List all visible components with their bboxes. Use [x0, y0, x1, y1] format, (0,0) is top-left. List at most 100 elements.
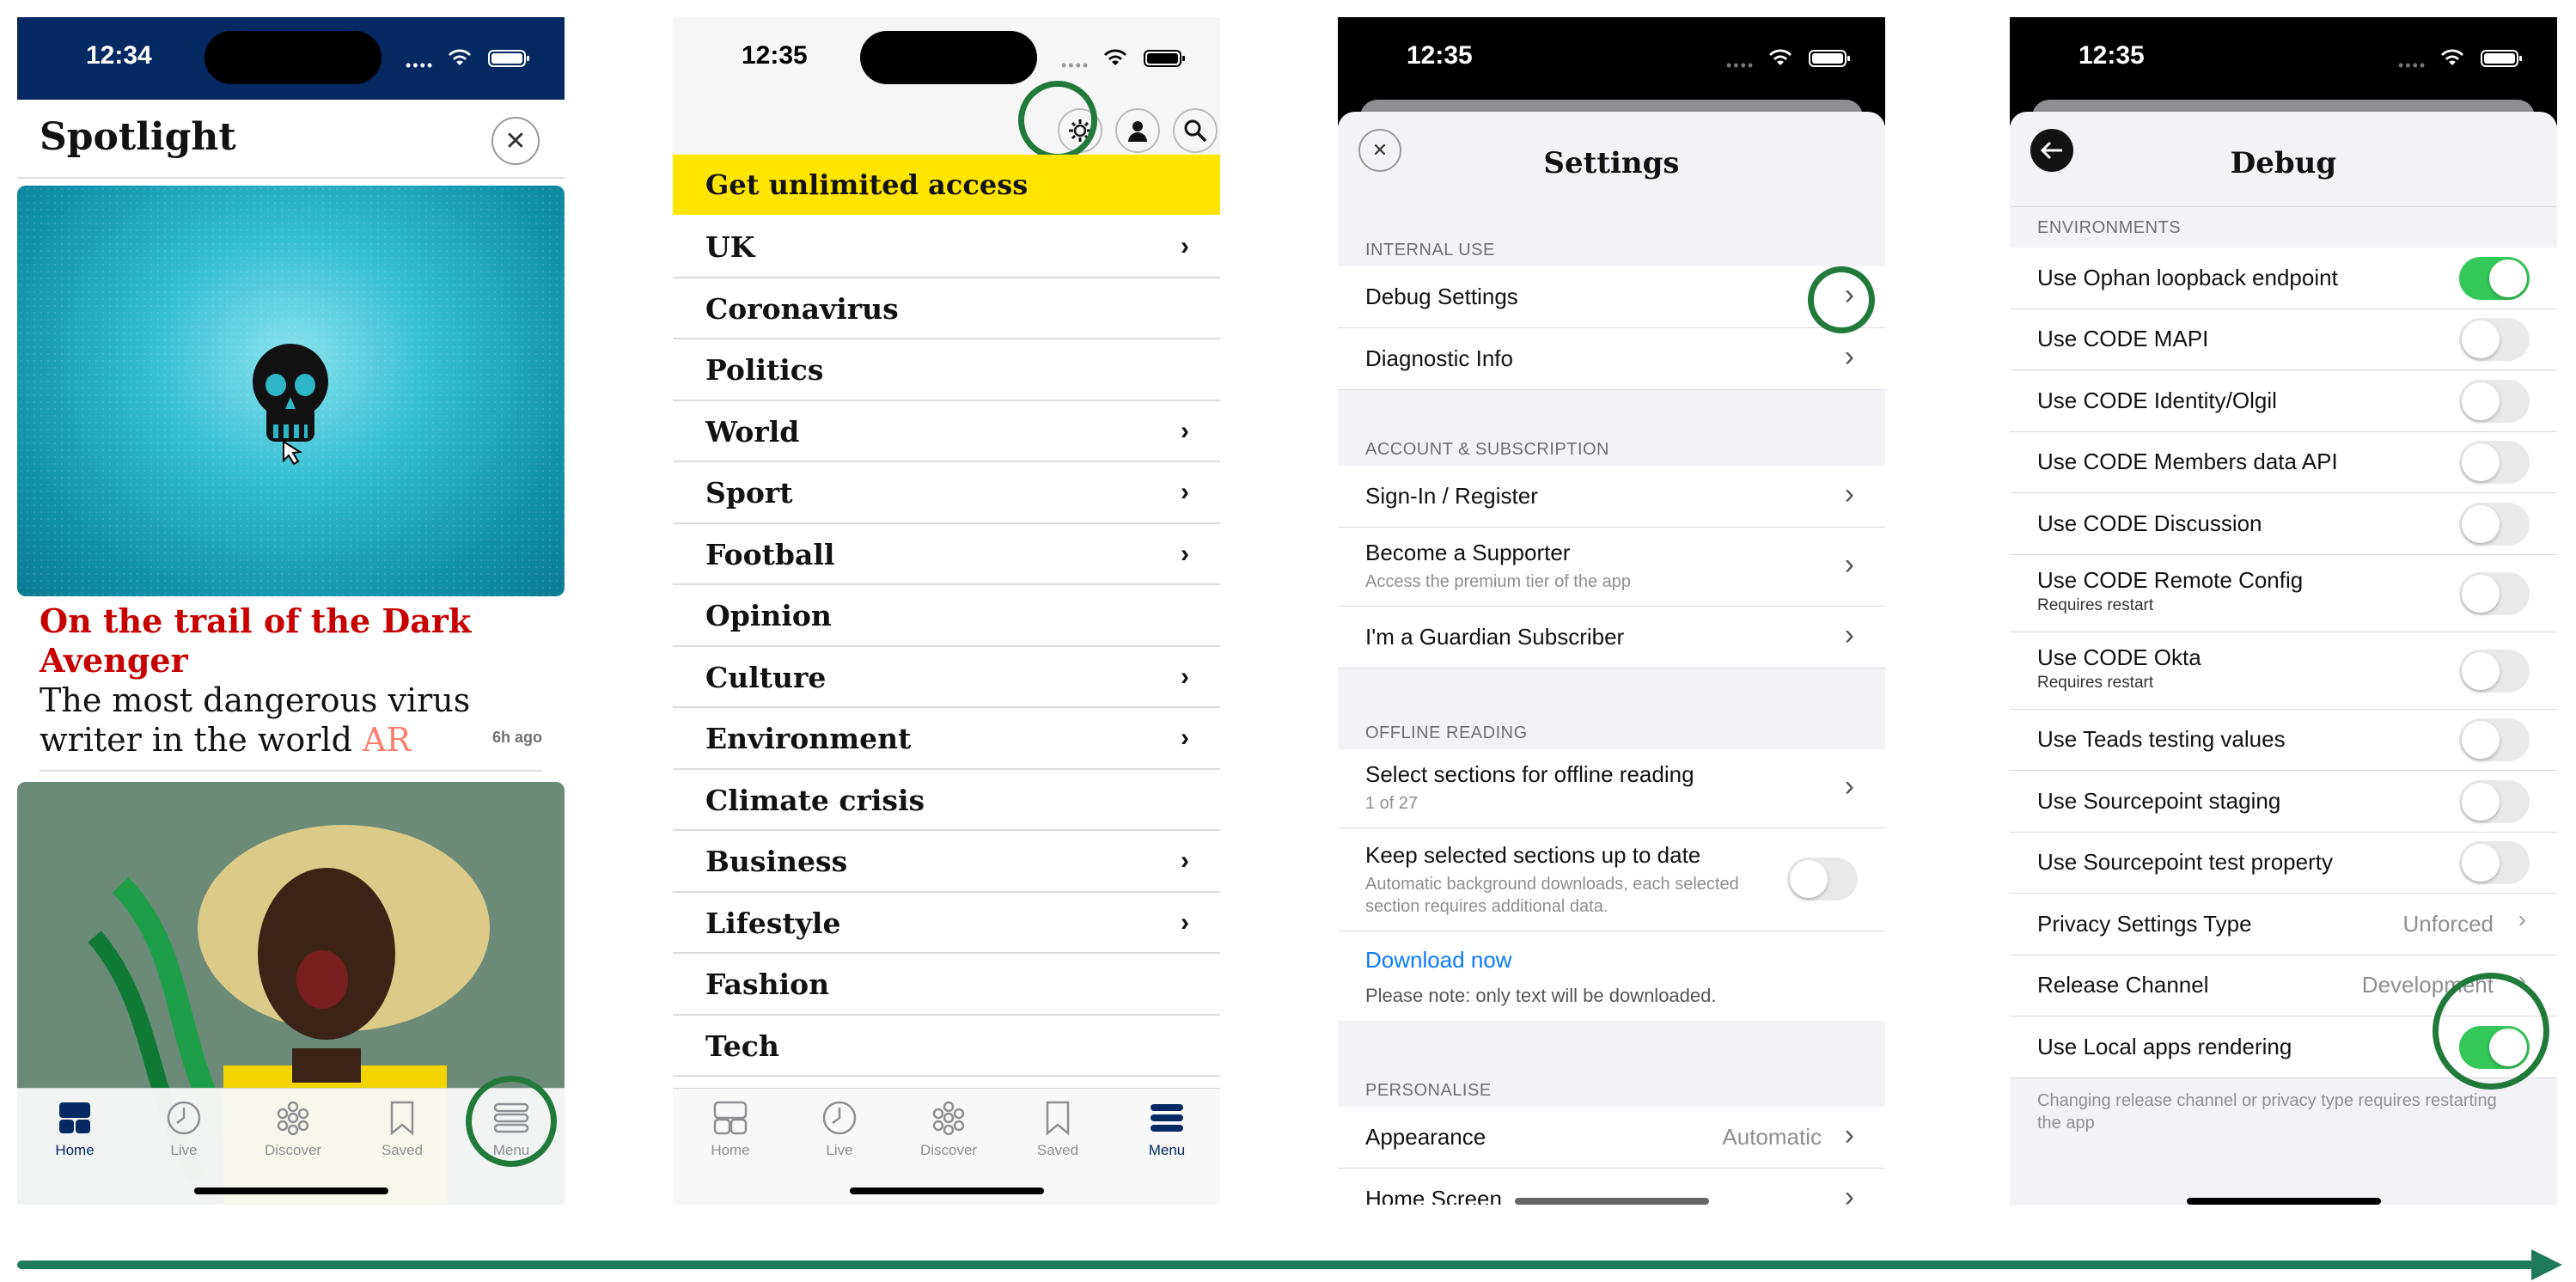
- nav-row[interactable]: Environment ›: [673, 708, 1220, 770]
- subscriber-row[interactable]: I'm a Guardian Subscriber ›: [1338, 607, 1885, 668]
- highlight-ring: [2433, 973, 2549, 1090]
- row-label: Use CODE MAPI: [2037, 326, 2209, 352]
- debug-row[interactable]: Privacy Settings Type Unforced ›: [2010, 894, 2557, 955]
- row-label: Use CODE Discussion: [2037, 510, 2262, 536]
- tab-discover[interactable]: Discover: [246, 1099, 340, 1159]
- download-now-link[interactable]: Download now: [1365, 947, 1512, 974]
- debug-row: Use CODE Members data API: [2010, 432, 2557, 493]
- tab-live[interactable]: Live: [792, 1099, 887, 1159]
- tab-home[interactable]: Home: [683, 1099, 778, 1159]
- diagnostic-info-row[interactable]: Diagnostic Info ›: [1338, 328, 1885, 390]
- dynamic-island: [860, 31, 1037, 84]
- nav-row[interactable]: Opinion: [673, 585, 1220, 647]
- highlight-ring: [466, 1076, 557, 1167]
- nav-row[interactable]: Fashion: [673, 954, 1220, 1016]
- nav-row[interactable]: Tech: [673, 1016, 1220, 1077]
- flow-arrow-head-icon: [2531, 1249, 2562, 1280]
- appearance-row[interactable]: Appearance Automatic ›: [1338, 1107, 1885, 1169]
- tab-saved[interactable]: Saved: [355, 1099, 449, 1159]
- offline-group: Select sections for offline reading 1 of…: [1338, 749, 1885, 1021]
- row-label: Release Channel: [2037, 972, 2209, 998]
- signal-icon: ••••: [2398, 57, 2427, 74]
- subscribe-banner[interactable]: Get unlimited access: [673, 155, 1220, 215]
- chevron-right-icon: ›: [1181, 907, 1189, 937]
- toggle-switch[interactable]: [2459, 718, 2530, 762]
- signal-icon: ••••: [406, 57, 435, 74]
- chevron-right-icon: ›: [1181, 662, 1189, 691]
- nav-label: Business: [705, 845, 848, 878]
- nav-row[interactable]: World ›: [673, 401, 1220, 462]
- become-supporter-row[interactable]: Become a Supporter Access the premium ti…: [1338, 528, 1885, 607]
- nav-row[interactable]: Climate crisis: [673, 770, 1220, 831]
- highlight-ring: [1018, 81, 1097, 160]
- row-value: Automatic: [1722, 1124, 1822, 1150]
- status-time: 12:35: [2079, 41, 2145, 70]
- toggle-switch[interactable]: [2459, 649, 2530, 693]
- nav-row[interactable]: Sport ›: [673, 462, 1220, 524]
- settings-sheet: ✕ Settings INTERNAL USE Debug Settings ›…: [1338, 112, 1885, 1205]
- banner-label: Get unlimited access: [705, 168, 1029, 201]
- tab-discover[interactable]: Discover: [901, 1099, 996, 1159]
- account-group: Sign-In / Register › Become a Supporter …: [1338, 466, 1885, 668]
- nav-row[interactable]: Culture ›: [673, 647, 1220, 708]
- toggle-switch[interactable]: [2459, 379, 2530, 423]
- personalise-group: Appearance Automatic › Home Screen ›: [1338, 1107, 1885, 1205]
- status-bar: 12:34 ••••: [17, 17, 565, 100]
- download-note: Please note: only text will be downloade…: [1365, 985, 1717, 1006]
- status-bar: 12:35 ••••: [673, 17, 1220, 100]
- nav-label: UK: [705, 230, 755, 264]
- tab-saved[interactable]: Saved: [1010, 1099, 1105, 1159]
- nav-row[interactable]: UK ›: [673, 217, 1220, 278]
- nav-row[interactable]: Football ›: [673, 524, 1220, 585]
- person-icon: [1128, 121, 1147, 142]
- divider: [40, 770, 542, 772]
- toggle-switch[interactable]: [2459, 256, 2530, 300]
- keep-updated-row: Keep selected sections up to date Automa…: [1338, 828, 1885, 931]
- account-button[interactable]: [1115, 108, 1160, 153]
- highlight-ring: [1808, 266, 1875, 333]
- debug-row: Use CODE Okta Requires restart: [2010, 632, 2557, 710]
- row-sublabel: 1 of 27: [1365, 794, 1419, 813]
- debug-screen: 12:35 •••• Debug ENVIRONMENTS Use Ophan …: [2010, 17, 2557, 1205]
- toggle-switch[interactable]: [2459, 318, 2530, 362]
- chevron-right-icon: ›: [2518, 905, 2526, 932]
- clock-icon: [165, 1099, 203, 1137]
- tab-live[interactable]: Live: [137, 1099, 231, 1159]
- toggle-switch[interactable]: [2459, 441, 2530, 485]
- wifi-icon: [1769, 49, 1792, 65]
- close-button[interactable]: ✕: [491, 117, 540, 165]
- keep-updated-toggle[interactable]: [1787, 858, 1858, 900]
- nav-row[interactable]: Lifestyle ›: [673, 893, 1220, 954]
- chevron-right-icon: ›: [1844, 478, 1854, 510]
- discover-icon: [930, 1099, 968, 1137]
- toggle-switch[interactable]: [2459, 502, 2530, 546]
- headline-kicker: On the trail of the Dark Avenger: [40, 601, 472, 680]
- toggle-switch[interactable]: [2459, 571, 2530, 615]
- chevron-right-icon: ›: [1181, 723, 1189, 752]
- nav-row[interactable]: Business ›: [673, 831, 1220, 893]
- toggle-switch[interactable]: [2459, 779, 2530, 823]
- debug-settings-row[interactable]: Debug Settings ›: [1338, 266, 1885, 328]
- sign-in-row[interactable]: Sign-In / Register ›: [1338, 466, 1885, 528]
- nav-row[interactable]: Coronavirus: [673, 278, 1220, 339]
- battery-icon: [2481, 50, 2522, 67]
- section-header: OFFLINE READING: [1365, 723, 1528, 742]
- tab-home[interactable]: Home: [27, 1099, 122, 1159]
- clock-icon: [821, 1099, 858, 1137]
- select-sections-row[interactable]: Select sections for offline reading 1 of…: [1338, 749, 1885, 828]
- status-time: 12:35: [742, 41, 808, 70]
- article-hero-image[interactable]: [17, 186, 565, 596]
- search-button[interactable]: [1173, 108, 1218, 153]
- nav-row[interactable]: Politics: [673, 339, 1220, 401]
- bookmark-icon: [1039, 1099, 1077, 1137]
- row-label: Keep selected sections up to date: [1365, 842, 1701, 868]
- page-title: Settings: [1543, 146, 1680, 180]
- toggle-switch[interactable]: [2459, 841, 2530, 885]
- menu-screen: 12:35 •••• Get unlimited access UK › Coron…: [673, 17, 1220, 1205]
- article-headline[interactable]: On the trail of the Dark Avenger The mos…: [40, 601, 546, 760]
- nav-label: Culture: [705, 660, 827, 694]
- divider: [2010, 206, 2557, 207]
- spotlight-header: Spotlight ✕: [17, 100, 565, 179]
- tab-menu[interactable]: Menu: [1120, 1099, 1214, 1159]
- row-sublabel: Access the premium tier of the app: [1365, 572, 1632, 591]
